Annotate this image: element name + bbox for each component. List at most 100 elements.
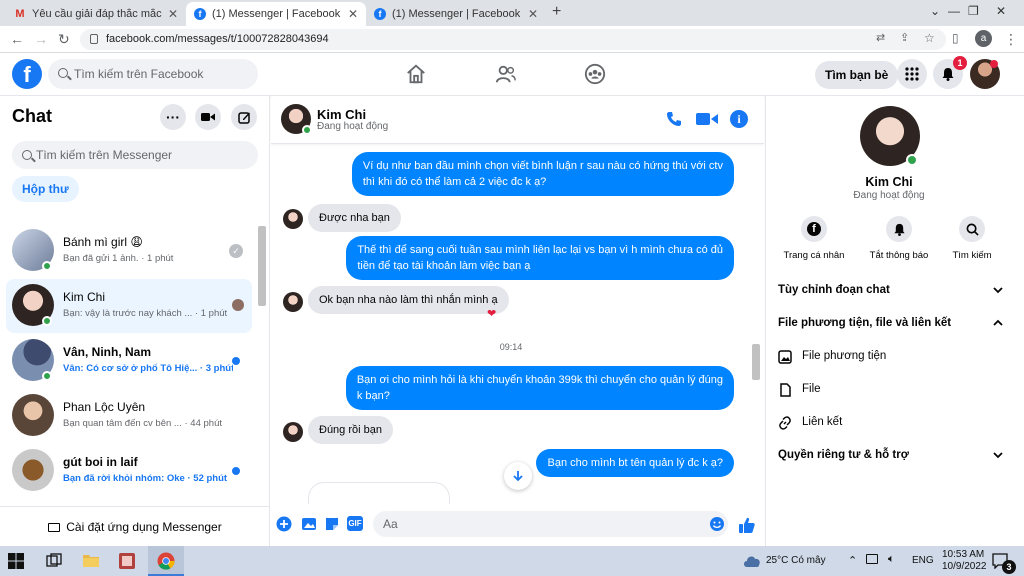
new-message-button[interactable] [231,104,257,130]
conversation-item[interactable]: Vân, Ninh, Nam Vân: Có cơ sở ở phố Tô Hi… [6,334,252,388]
avatar [12,394,54,436]
forward-icon[interactable]: → [34,31,48,47]
message-input[interactable]: Aa [373,511,728,537]
message-bubble-received[interactable]: Ok bạn nha nào làm thì nhắn mình ạ [308,286,509,314]
message-bubble-sent[interactable]: Ví dụ như ban đầu mình chọn viết bình lu… [351,152,734,196]
emoji-icon[interactable] [709,516,725,532]
message-bubble-received[interactable]: Đúng rồi bạn [308,416,393,444]
friends-icon[interactable] [495,63,517,85]
task-view-icon[interactable] [46,553,62,569]
new-video-room-button[interactable] [195,104,221,130]
chats-scrollbar[interactable] [258,226,266,306]
conversation-item-selected[interactable]: Kim Chi Bạn: vậy là trước nay khách ... … [6,279,252,333]
browser-tab-messenger[interactable]: f (1) Messenger | Facebook ✕ [366,2,546,26]
conversation-preview: Vân: Có cơ sở ở phố Tô Hiệ... · 3 phút [63,363,233,374]
weather-text[interactable]: 25°C Có mây [766,555,826,566]
language-indicator[interactable]: ENG [912,555,934,566]
groups-icon[interactable] [584,63,606,85]
facebook-search-input[interactable]: Tìm kiếm trên Facebook [48,59,258,89]
plus-circle-icon[interactable] [276,516,292,532]
chrome-taskbar-button[interactable] [148,546,184,576]
restore-icon[interactable]: ❐ [968,4,979,18]
message-bubble-sent[interactable]: Thế thì để sang cuối tuần sau mình liên … [346,236,734,280]
clock-time[interactable]: 10:53 AM [942,549,984,560]
preview-time: 52 phút [193,473,228,484]
minimize-icon[interactable]: — [948,4,960,18]
video-call-icon[interactable] [696,112,718,126]
conversation-item[interactable]: Phan Lộc Uyên Bạn quan tâm đến cv bên ..… [6,389,252,443]
app-icon[interactable] [118,552,136,570]
mute-action-label: Tắt thông báo [869,250,929,261]
more-icon: ··· [166,109,180,125]
facebook-logo[interactable]: f [12,59,42,89]
image-attach-icon[interactable] [301,516,317,532]
find-friends-button[interactable]: Tìm bạn bè [815,61,899,89]
privacy-support-section[interactable]: Quyền riêng tư & hỗ trợ [778,449,1004,461]
messenger-search-placeholder: Tìm kiếm trên Messenger [36,148,173,162]
chats-title: Chat [12,106,52,126]
file-icon [780,383,791,397]
messenger-search-input[interactable]: Tìm kiếm trên Messenger [12,141,258,169]
translate-icon[interactable]: ⇄ [876,31,885,44]
reload-icon[interactable]: ↻ [58,31,70,48]
thumbs-up-icon[interactable] [738,516,756,534]
gif-icon[interactable]: GIF [347,516,363,531]
menu-grid-button[interactable] [897,59,927,89]
profile-action-button[interactable]: f Trang cá nhân [774,216,854,261]
url-field[interactable]: facebook.com/messages/t/100072828043694 [80,29,946,50]
message-bubble-sent[interactable]: Bạn ơi cho mình hỏi là khi chuyển khoản … [345,366,734,410]
back-icon[interactable]: ← [10,31,24,47]
profile-avatar[interactable]: a [975,30,992,47]
gmail-icon: M [15,8,25,20]
files-item[interactable]: File [778,383,821,400]
install-messenger-button[interactable]: Cài đặt ứng dụng Messenger [0,506,270,546]
conversation-item[interactable]: Bánh mì girl 😩 Bạn đã gửi 1 ảnh. · 1 phú… [6,224,252,278]
show-hidden-icons-icon[interactable]: ⌃ [848,554,857,567]
conversation-preview: Bạn quan tâm đến cv bên ... · 44 phút [63,418,222,429]
close-tab-icon[interactable]: ✕ [348,7,358,21]
browser-tab-gmail[interactable]: M Yêu cầu giải đáp thắc mắc - anhth ✕ [6,2,186,26]
media-files-item[interactable]: File phương tiện [778,350,886,367]
browser-tab-messenger-active[interactable]: f (1) Messenger | Facebook ✕ [186,2,366,26]
sticker-icon[interactable] [324,516,340,532]
windows-start-icon[interactable] [8,553,24,569]
online-indicator [906,154,918,166]
conversation-item[interactable]: gút boi in laif Bạn đã rời khỏi nhóm: Ok… [6,444,252,498]
inbox-filter-tab[interactable]: Hộp thư [12,176,79,202]
info-icon[interactable]: i [730,110,748,128]
close-tab-icon[interactable]: ✕ [528,7,538,21]
conversation-name: Bánh mì girl 😩 [63,235,143,249]
close-tab-icon[interactable]: ✕ [168,7,178,21]
message-composer: GIF Aa [271,504,764,546]
cloud-icon [744,556,760,567]
customize-chat-section[interactable]: Tùy chỉnh đoạn chat [778,284,1004,296]
close-window-icon[interactable]: ✕ [996,4,1006,18]
home-icon[interactable] [405,63,427,85]
facebook-icon: f [374,8,386,20]
search-action-button[interactable]: Tìm kiếm [932,216,1012,261]
messages-scrollbar[interactable] [752,344,760,380]
links-item[interactable]: Liên kết [778,416,842,433]
online-indicator [42,316,52,326]
clock-date[interactable]: 10/9/2022 [942,561,987,572]
scroll-to-bottom-button[interactable] [504,462,532,490]
image-icon [778,350,792,364]
share-icon[interactable]: ⇪ [900,31,909,44]
file-explorer-icon[interactable] [82,552,100,568]
media-files-links-section[interactable]: File phương tiện, file và liên kết [778,317,1004,329]
speaker-icon[interactable]: 🔈︎ [888,553,895,566]
browser-menu-icon[interactable]: ⋮ [1004,31,1018,48]
message-bubble-received[interactable]: Được nha bạn [308,204,401,232]
new-tab-button[interactable]: + [552,3,561,21]
network-icon[interactable] [866,554,878,564]
heart-reaction-icon[interactable]: ❤ [487,307,496,320]
message-bubble-sent[interactable]: Bạn cho mình bt tên quản lý đc k ạ? [536,449,734,477]
phone-icon[interactable] [666,111,682,127]
contact-name[interactable]: Kim Chi [317,107,366,122]
mute-action-button[interactable]: Tắt thông báo [859,216,939,261]
chat-options-button[interactable]: ··· [160,104,186,130]
side-panel-icon[interactable]: ▯ [952,31,959,45]
unread-indicator [232,357,240,365]
bookmark-star-icon[interactable]: ☆ [924,31,935,45]
chevron-down-icon[interactable]: ⌄ [930,4,940,18]
